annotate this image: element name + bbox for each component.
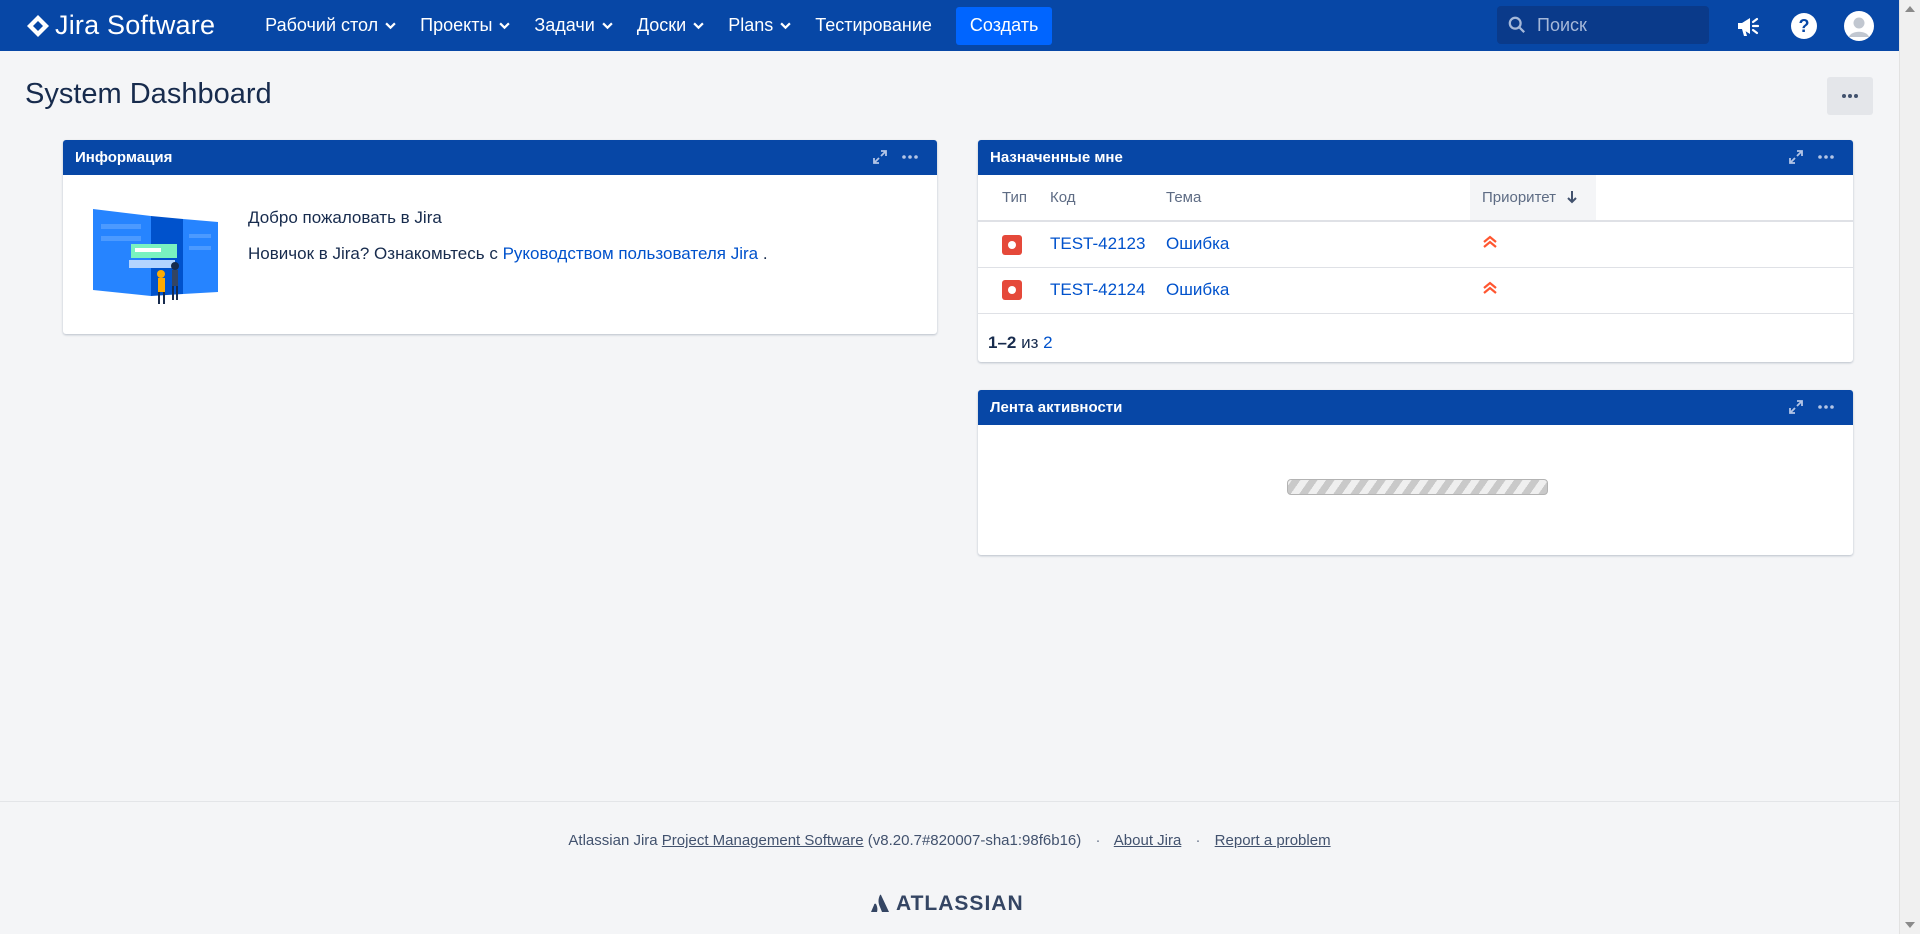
col-summary[interactable]: Тема — [1166, 175, 1470, 222]
pager: 1–2 из 2 — [988, 333, 1053, 353]
gadget-title: Информация — [75, 149, 173, 166]
newbie-text: Новичок в Jira? Ознакомьтесь с Руководст… — [248, 242, 768, 265]
gadget-header: Информация — [63, 140, 937, 175]
activity-gadget: Лента активности — [978, 390, 1853, 555]
col-priority-label: Приоритет — [1482, 189, 1556, 206]
issue-key-link[interactable]: TEST-42123 — [1050, 234, 1145, 253]
expand-icon[interactable] — [1787, 400, 1805, 414]
logo-text: Jira Software — [55, 10, 216, 40]
help-icon[interactable]: ? — [1788, 10, 1820, 42]
pager-total-link[interactable]: 2 — [1043, 333, 1052, 352]
dashboard-more-button[interactable] — [1827, 77, 1873, 115]
newbie-suffix: . — [762, 244, 768, 263]
issue-key-link[interactable]: TEST-42124 — [1050, 280, 1145, 299]
info-text: Добро пожаловать в Jira Новичок в Jira? … — [248, 206, 768, 278]
newbie-prefix: Новичок в Jira? Ознакомьтесь с — [248, 244, 498, 263]
nav-label: Доски — [636, 15, 687, 35]
nav-label: Проекты — [420, 15, 493, 35]
chevron-down-icon — [499, 22, 511, 30]
report-problem-link[interactable]: Report a problem — [1215, 832, 1331, 849]
svg-text:?: ? — [1799, 16, 1810, 36]
jira-diamond-icon — [27, 14, 49, 37]
footer-prefix: Atlassian Jira — [568, 832, 658, 849]
table-row[interactable]: TEST-42123 Ошибка — [978, 221, 1853, 268]
footer-separator: · — [1095, 832, 1101, 849]
assigned-issues-table: Тип Код Тема Приоритет TEST-42123 Ошибка — [978, 175, 1853, 314]
issue-summary-link[interactable]: Ошибка — [1166, 280, 1229, 299]
nav-label: Задачи — [534, 15, 595, 35]
table-header-row: Тип Код Тема Приоритет — [978, 175, 1853, 222]
nav-projects[interactable]: Проекты — [408, 0, 522, 51]
gadget-header: Назначенные мне — [978, 140, 1853, 175]
nav-label: Plans — [728, 15, 774, 35]
scroll-down-arrow[interactable] — [1905, 922, 1915, 928]
nav-plans[interactable]: Plans — [716, 0, 803, 51]
welcome-illustration — [93, 204, 223, 319]
info-gadget: Информация Добро пожаловать в Jira Нович… — [63, 140, 937, 334]
top-navigation-bar: Jira Software Рабочий стол Проекты Задач… — [0, 0, 1899, 51]
search-box[interactable] — [1497, 6, 1709, 44]
atlassian-icon — [871, 894, 889, 912]
jira-logo[interactable]: Jira Software — [26, 10, 215, 41]
create-button[interactable]: Создать — [955, 6, 1053, 45]
search-icon — [1508, 16, 1525, 33]
pager-range: 1–2 — [988, 333, 1017, 352]
nav-label: Тестирование — [815, 15, 932, 35]
vertical-scrollbar[interactable] — [1899, 0, 1920, 934]
expand-icon[interactable] — [871, 150, 889, 164]
nav-dashboards[interactable]: Рабочий стол — [253, 0, 408, 51]
footer-links: Atlassian Jira Project Management Softwa… — [0, 832, 1899, 849]
issue-summary-link[interactable]: Ошибка — [1166, 234, 1229, 253]
chevron-down-icon — [780, 22, 791, 30]
megaphone-icon[interactable] — [1733, 10, 1765, 42]
col-type[interactable]: Тип — [978, 175, 1050, 222]
gadget-menu-icon[interactable] — [1817, 150, 1835, 164]
more-icon — [1842, 94, 1858, 98]
col-priority[interactable]: Приоритет — [1470, 175, 1596, 222]
col-key[interactable]: Код — [1050, 175, 1166, 222]
footer: Atlassian Jira Project Management Softwa… — [0, 801, 1899, 934]
col-spacer — [1596, 175, 1853, 222]
main-nav: Рабочий стол Проекты Задачи Доски Plans … — [253, 0, 1053, 51]
footer-separator: · — [1195, 832, 1201, 849]
nav-issues[interactable]: Задачи — [522, 0, 624, 51]
about-jira-link[interactable]: About Jira — [1114, 832, 1182, 849]
scroll-up-arrow[interactable] — [1905, 6, 1915, 12]
bug-icon — [1002, 234, 1022, 255]
atlassian-wordmark: ATLASSIAN — [896, 892, 1024, 915]
welcome-text: Добро пожаловать в Jira — [248, 208, 442, 227]
nav-boards[interactable]: Доски — [625, 0, 716, 51]
gadget-menu-icon[interactable] — [901, 150, 919, 164]
gadget-header: Лента активности — [978, 390, 1853, 425]
nav-testing[interactable]: Тестирование — [803, 0, 944, 51]
chevron-down-icon — [385, 22, 396, 30]
sort-desc-icon — [1567, 191, 1577, 204]
gadget-title: Лента активности — [990, 399, 1123, 416]
page-title: System Dashboard — [25, 78, 272, 110]
assigned-gadget: Назначенные мне Тип Код Тема Приоритет T… — [978, 140, 1853, 362]
user-guide-link[interactable]: Руководством пользователя Jira — [503, 244, 759, 263]
chevron-down-icon — [693, 22, 704, 30]
gadget-menu-icon[interactable] — [1817, 400, 1835, 414]
pager-of: из — [1021, 333, 1039, 352]
footer-version: (v8.20.7#820007-sha1:98f6b16) — [867, 832, 1082, 849]
chevron-down-icon — [602, 22, 613, 30]
pm-software-link[interactable]: Project Management Software — [662, 832, 864, 849]
priority-highest-icon — [1483, 235, 1497, 249]
search-input[interactable] — [1537, 14, 1697, 36]
priority-highest-icon — [1483, 281, 1497, 294]
expand-icon[interactable] — [1787, 150, 1805, 164]
loading-bar — [1287, 479, 1548, 495]
bug-icon — [1002, 280, 1022, 301]
table-row[interactable]: TEST-42124 Ошибка — [978, 267, 1853, 314]
avatar-icon[interactable] — [1843, 10, 1875, 42]
nav-label: Рабочий стол — [265, 15, 379, 35]
atlassian-logo[interactable]: ATLASSIAN — [870, 892, 1024, 916]
gadget-title: Назначенные мне — [990, 149, 1123, 166]
